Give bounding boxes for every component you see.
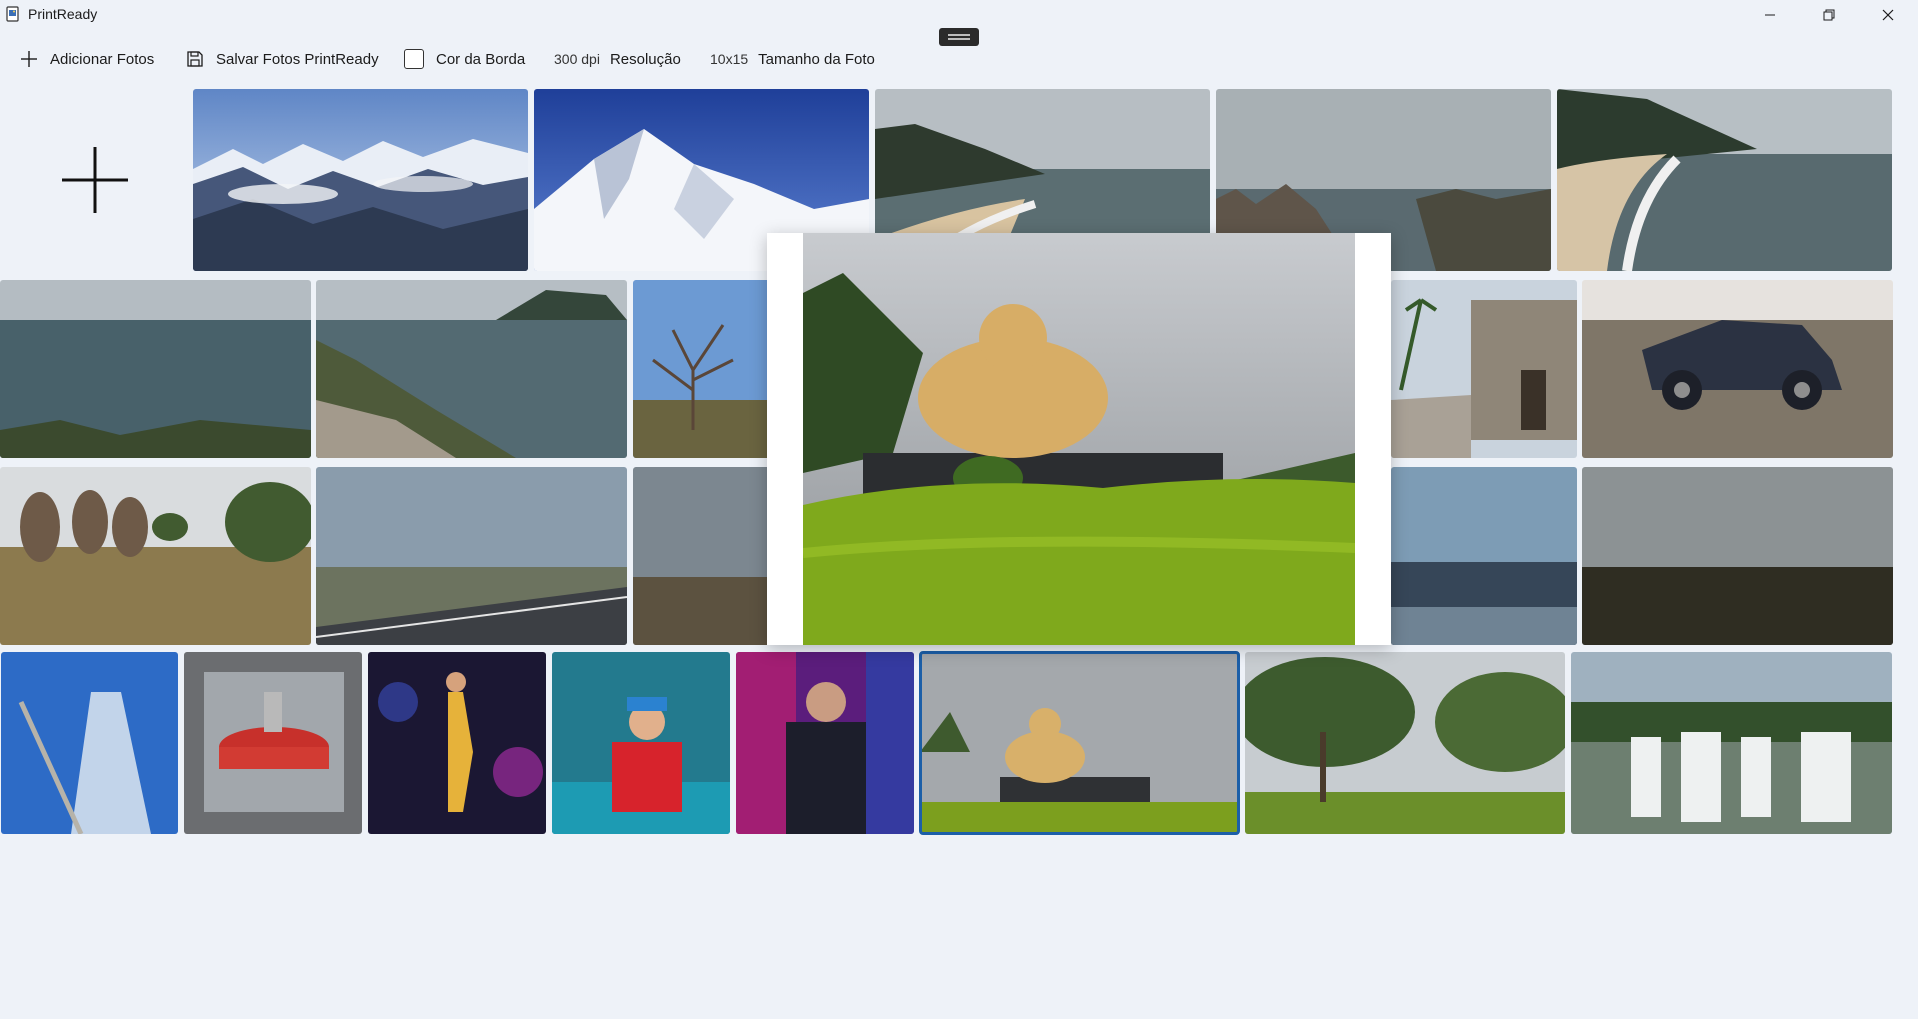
print-preview-overlay[interactable] <box>767 233 1391 645</box>
add-photos-button[interactable]: Adicionar Fotos <box>18 44 154 74</box>
park-trees-photo <box>0 467 311 645</box>
beach-aerial-photo <box>1557 89 1892 271</box>
colorful-figure-photo <box>552 652 730 834</box>
border-color-label: Cor da Borda <box>436 50 526 68</box>
dj-figure-photo <box>736 652 914 834</box>
photo-thumbnail[interactable] <box>316 467 627 645</box>
resolution-selector[interactable]: 300 dpi Resolução <box>554 44 681 74</box>
exhibit-case-photo <box>184 652 362 834</box>
resolution-value: 300 dpi <box>554 51 600 67</box>
border-color-toggle[interactable]: Cor da Borda <box>404 44 525 74</box>
grip-line <box>948 38 970 40</box>
photo-thumbnail-selected[interactable] <box>919 651 1240 835</box>
tower-sky-photo <box>1 652 178 834</box>
photo-thumbnail[interactable] <box>0 467 311 645</box>
dark-landscape-photo <box>1582 467 1893 645</box>
waterfall-photo <box>1571 652 1892 834</box>
road-view-photo <box>316 467 627 645</box>
photo-thumbnail[interactable] <box>1245 652 1565 834</box>
photo-thumbnail[interactable] <box>1391 467 1577 645</box>
photo-thumbnail[interactable] <box>552 652 730 834</box>
photo-thumbnail[interactable] <box>736 652 914 834</box>
plus-icon <box>18 48 40 70</box>
photo-thumbnail[interactable] <box>1391 280 1577 458</box>
photo-thumbnail[interactable] <box>368 652 546 834</box>
add-photo-tile[interactable] <box>0 89 190 271</box>
photo-size-selector[interactable]: 10x15 Tamanho da Foto <box>710 44 875 74</box>
floppy-disk-icon <box>184 48 206 70</box>
close-icon <box>1882 9 1894 21</box>
plus-icon <box>62 147 128 213</box>
buddha-statue-preview <box>803 233 1355 645</box>
old-building-photo <box>1391 280 1577 458</box>
photo-size-label: Tamanho da Foto <box>758 50 875 68</box>
photo-thumbnail[interactable] <box>1582 467 1893 645</box>
title-bar[interactable]: PrintReady <box>0 0 1918 30</box>
toolbar: Adicionar Fotos Salvar Fotos PrintReady … <box>0 44 1000 74</box>
save-photos-label: Salvar Fotos PrintReady <box>216 50 379 68</box>
photo-thumbnail[interactable] <box>1582 280 1893 458</box>
sea-view-photo <box>0 280 311 458</box>
save-photos-button[interactable]: Salvar Fotos PrintReady <box>184 44 379 74</box>
green-cliff-sea-photo <box>316 280 627 458</box>
photo-thumbnail[interactable] <box>1557 89 1892 271</box>
app-icon <box>5 6 21 22</box>
photo-thumbnail[interactable] <box>1571 652 1892 834</box>
mountain-range-photo <box>193 89 528 271</box>
concert-performer-photo <box>368 652 546 834</box>
photo-thumbnail[interactable] <box>193 89 528 271</box>
photo-thumbnail[interactable] <box>0 280 311 458</box>
checkbox-icon[interactable] <box>404 49 424 69</box>
photo-thumbnail[interactable] <box>1 652 178 834</box>
buddha-statue-photo <box>920 652 1239 834</box>
photo-thumbnail[interactable] <box>316 280 627 458</box>
photo-size-value: 10x15 <box>710 51 749 67</box>
resolution-label: Resolução <box>609 50 681 68</box>
minimize-icon <box>1765 14 1775 16</box>
grip-line <box>948 34 970 36</box>
vintage-car-photo <box>1582 280 1893 458</box>
close-button[interactable] <box>1859 0 1917 30</box>
lake-mountains-photo <box>1391 467 1577 645</box>
restore-icon <box>1823 9 1835 21</box>
preview-photo <box>803 233 1355 645</box>
app-title: PrintReady <box>28 6 98 22</box>
add-photos-label: Adicionar Fotos <box>50 50 155 68</box>
minimize-button[interactable] <box>1741 0 1799 30</box>
restore-button[interactable] <box>1800 0 1858 30</box>
photo-thumbnail[interactable] <box>184 652 362 834</box>
garden-trees-photo <box>1245 652 1565 834</box>
